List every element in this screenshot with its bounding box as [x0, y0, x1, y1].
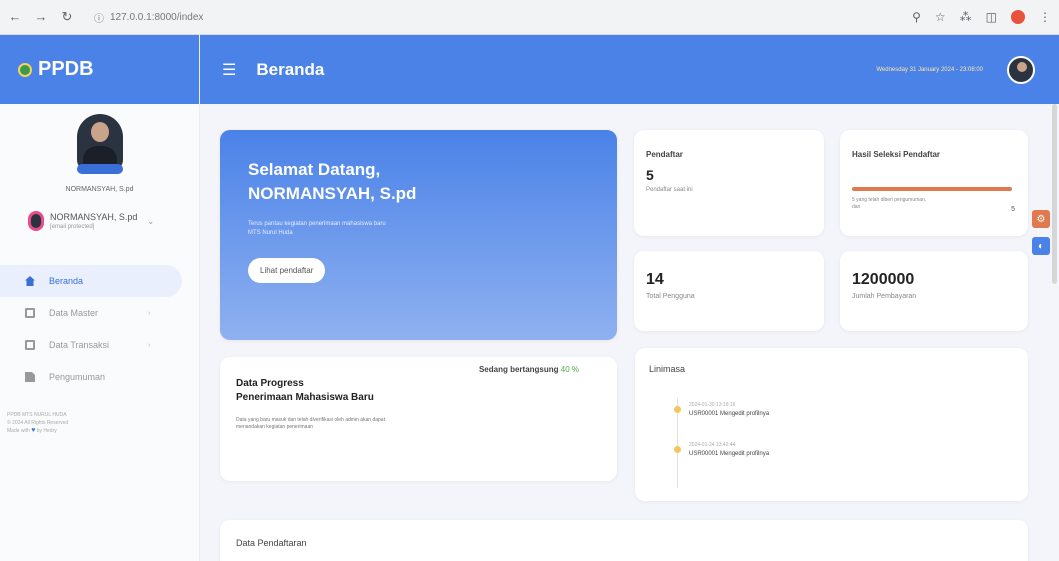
browser-nav: ← → ↻ [8, 9, 74, 25]
timeline-card: Linimasa 2024-01-30 13:18:16 USR00001 Me… [635, 348, 1028, 501]
zoom-icon[interactable]: ⚲ [912, 10, 921, 24]
transaction-icon [25, 340, 35, 350]
profile-card: NORMANSYAH, S.pd [0, 104, 199, 193]
registration-data-title: Data Pendaftaran [236, 538, 307, 548]
browser-actions: ⚲ ☆ ⁂ ◫ ⋮ [912, 10, 1051, 24]
sidebar-menu: Beranda Data Master › Data Transaksi › P… [0, 265, 199, 393]
stat-value: 5 [646, 167, 654, 183]
footer-line: PPDB MTS NURUL HUDA [7, 412, 67, 418]
progress-title-line1: Data Progress [236, 378, 304, 389]
footer-author: by Hedry [36, 428, 57, 434]
address-bar[interactable]: ⓘ 127.0.0.1:8000/index [86, 5, 846, 29]
footer-line: © 2024 All Rights Reserved [7, 420, 69, 426]
stat-label: Hasil Seleksi Pendaftar [852, 150, 941, 159]
selection-count: 5 [1011, 206, 1015, 213]
gear-icon[interactable]: ⚙ [1032, 210, 1050, 228]
selection-note: 5 yang telah diberi pengumuman, dari [852, 197, 927, 210]
sidebar: PPDB NORMANSYAH, S.pd NORMANSYAH, S.pd [… [0, 35, 200, 561]
star-icon[interactable]: ☆ [935, 10, 946, 24]
header-bar: ☰ Beranda Wednesday 31 January 2024 - 23… [200, 35, 1059, 104]
sidebar-item-label: Data Master [49, 308, 99, 318]
timeline-item: 2024-01-24 13:42:44 USR00001 Mengedit pr… [689, 442, 769, 457]
chevron-down-icon: ⌄ [147, 216, 155, 226]
timeline-dot [674, 406, 681, 413]
sidebar-item-pengumuman[interactable]: Pengumuman [0, 361, 199, 393]
role-badge [76, 164, 123, 174]
timeline-title: Linimasa [649, 364, 686, 374]
timeline-event: USR00001 Mengedit profilnya [689, 411, 770, 417]
sidebar-item-data-transaksi[interactable]: Data Transaksi › [0, 329, 199, 361]
progress-status: Sedang bertangsung 40 % [479, 365, 579, 374]
timeline-dot [674, 446, 681, 453]
sidebar-item-label: Beranda [49, 276, 84, 286]
user-avatar [28, 211, 44, 231]
sidebar-item-data-master[interactable]: Data Master › [0, 297, 199, 329]
profile-name: NORMANSYAH, S.pd [65, 186, 134, 193]
url-text: 127.0.0.1:8000/index [110, 11, 204, 23]
registration-data-card: Data Pendaftaran [220, 520, 1028, 561]
stat-card-pendaftar: Pendaftar 5 Pendaftar saat ini [634, 130, 824, 236]
announcement-icon [25, 372, 35, 382]
footer-credit: Made with ♥ by Hedry [7, 427, 199, 435]
sidebar-item-label: Pengumuman [49, 372, 106, 382]
scrollbar[interactable] [1052, 104, 1057, 284]
chevron-right-icon: › [148, 309, 151, 317]
welcome-name: NORMANSYAH, S.pd [248, 184, 417, 203]
welcome-card: Selamat Datang, NORMANSYAH, S.pd Terus p… [220, 130, 617, 340]
home-icon [25, 276, 35, 286]
sidebar-icon[interactable]: ◫ [986, 10, 997, 24]
user-name: NORMANSYAH, S.pd [50, 212, 138, 222]
timeline-time: 2024-01-24 13:42:44 [689, 442, 736, 448]
progress-title-line2: Penerimaan Mahasiswa Baru [236, 392, 374, 403]
user-info: NORMANSYAH, S.pd [email protected] [50, 212, 137, 230]
reload-icon[interactable]: ↻ [60, 9, 74, 25]
progress-percent: 40 % [560, 365, 579, 374]
welcome-description: Terus pantau kegiatan penerimaan mahasis… [248, 221, 386, 236]
stat-subtitle: Jumlah Pembayaran [852, 293, 917, 300]
user-dropdown[interactable]: NORMANSYAH, S.pd [email protected] ⌄ [28, 211, 199, 231]
stat-label: Pendaftar [646, 150, 683, 159]
database-icon [25, 308, 35, 318]
browser-toolbar: ← → ↻ ⓘ 127.0.0.1:8000/index ⚲ ☆ ⁂ ◫ ⋮ [0, 0, 1059, 35]
hamburger-icon[interactable]: ☰ [222, 60, 236, 80]
stat-card-seleksi: Hasil Seleksi Pendaftar 5 yang telah dib… [840, 130, 1028, 236]
stat-subtitle: Total Pengguna [646, 293, 695, 300]
progress-status-label: Sedang bertangsung [478, 365, 559, 374]
stat-card-pembayaran: 1200000 Jumlah Pembayaran [840, 251, 1028, 331]
selection-progress-bar [852, 187, 1012, 191]
timeline-time: 2024-01-30 13:18:16 [689, 402, 736, 408]
forward-icon[interactable]: → [34, 9, 48, 25]
stat-card-pengguna: 14 Total Pengguna [634, 251, 824, 331]
theme-toggle-icon[interactable]: ◐ [1032, 237, 1050, 255]
site-info-icon[interactable]: ⓘ [94, 10, 104, 25]
footer-made-with: Made with [7, 428, 30, 434]
extension-icon[interactable]: ⁂ [960, 10, 972, 24]
stat-value: 1200000 [852, 271, 915, 288]
brand-name: PPDB [38, 58, 94, 80]
timeline-event: USR00001 Mengedit profilnya [689, 451, 770, 457]
sidebar-item-beranda[interactable]: Beranda [0, 265, 182, 297]
sidebar-item-label: Data Transaksi [49, 340, 110, 350]
brand[interactable]: PPDB [0, 35, 199, 104]
menu-icon[interactable]: ⋮ [1039, 10, 1051, 24]
timeline-item: 2024-01-30 13:18:16 USR00001 Mengedit pr… [689, 402, 769, 417]
view-registrants-button[interactable]: Lihat pendaftar [248, 258, 326, 283]
avatar [76, 114, 123, 170]
back-icon[interactable]: ← [8, 9, 22, 25]
stat-value: 14 [646, 271, 664, 288]
user-email: [email protected] [50, 224, 95, 230]
brand-logo-icon [18, 62, 32, 77]
progress-description: Data yang baru masuk dan telah diverifik… [236, 417, 385, 430]
heart-icon: ♥ [31, 427, 36, 434]
browser-profile-icon[interactable] [1011, 10, 1025, 24]
page-title: Beranda [256, 59, 325, 79]
sidebar-footer: PPDB MTS NURUL HUDA © 2024 All Rights Re… [7, 411, 199, 435]
header-datetime: Wednesday 31 January 2024 - 23:08:00 [876, 66, 983, 73]
progress-card: Sedang bertangsung 40 % Data Progress Pe… [220, 357, 617, 481]
chevron-right-icon: › [148, 341, 151, 349]
header-avatar[interactable] [1007, 55, 1035, 84]
stat-subtitle: Pendaftar saat ini [646, 187, 693, 193]
welcome-greeting: Selamat Datang, [248, 160, 381, 179]
